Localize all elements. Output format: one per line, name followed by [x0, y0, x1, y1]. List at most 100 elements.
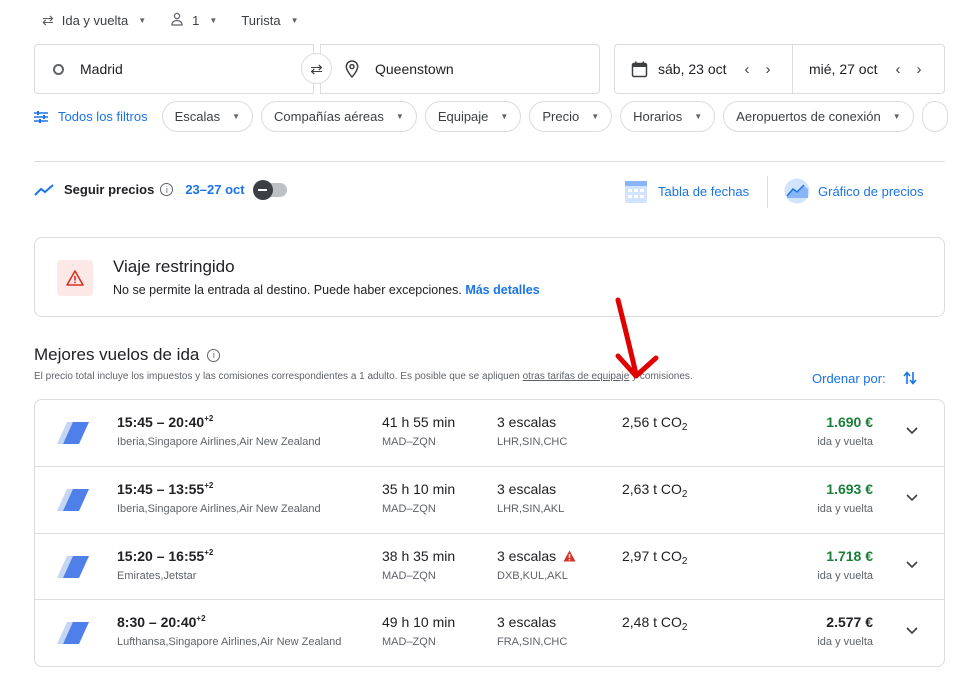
stop-airports: DXB,KUL,AKL [497, 569, 568, 582]
co2-subscript: 2 [681, 488, 688, 500]
trip-type-select[interactable]: ⇄ Ida y vuelta ▼ [42, 12, 146, 29]
restriction-message: No se permite la entrada al destino. Pue… [113, 283, 462, 297]
stop-airports: FRA,SIN,CHC [497, 636, 568, 649]
filter-chip-more[interactable] [921, 101, 948, 132]
times-text: 15:45 – 13:55 [117, 480, 205, 497]
chevron-right-icon[interactable]: › [766, 61, 771, 78]
airline-logo-icon [57, 422, 89, 444]
filter-chip-bags[interactable]: Equipaje ▼ [424, 101, 522, 132]
price: 1.690 € [826, 414, 873, 430]
price: 1.693 € [826, 480, 873, 497]
price: 1.718 € [826, 547, 873, 564]
swap-arrows-icon: ⇄ [42, 11, 54, 28]
filter-chip-airlines[interactable]: Compañías aéreas ▼ [261, 101, 417, 132]
filter-chip-price[interactable]: Precio ▼ [529, 101, 613, 132]
caret-down-icon: ▼ [694, 112, 703, 121]
price-graph-button[interactable]: Gráfico de precios [784, 178, 924, 204]
times-text: 15:20 – 16:55 [117, 547, 205, 564]
filter-chip-stops[interactable]: Escalas ▼ [161, 101, 254, 132]
origin-field[interactable]: Madrid [34, 44, 314, 94]
chevron-down-icon[interactable] [906, 558, 918, 570]
origin-circle-icon [53, 63, 64, 75]
filter-chip-times[interactable]: Horarios ▼ [620, 101, 716, 132]
route: MAD–ZQN [382, 569, 436, 582]
price-type: ida y vuelta [817, 569, 873, 582]
chip-label: Escalas [174, 109, 221, 124]
depart-date-field[interactable]: sáb, 23 oct ‹ › [615, 45, 793, 93]
origin-value: Madrid [80, 61, 123, 77]
stops: 3 escalas [497, 548, 576, 564]
all-filters-label: Todos los filtros [58, 109, 148, 124]
person-icon [170, 12, 184, 29]
route: MAD–ZQN [382, 636, 436, 649]
stop-airports: LHR,SIN,AKL [497, 502, 565, 515]
chevron-down-icon[interactable] [906, 424, 918, 436]
day-offset: +2 [196, 614, 206, 624]
section-title-text: Mejores vuelos de ida [34, 345, 200, 364]
stop-airports: LHR,SIN,CHC [497, 436, 568, 448]
co2-subscript: 2 [681, 622, 688, 634]
depart-date-value: sáb, 23 oct [658, 61, 727, 77]
caret-down-icon: ▼ [232, 112, 241, 121]
caret-down-icon: ▼ [395, 112, 404, 121]
info-icon[interactable]: i [160, 183, 174, 196]
caret-down-icon: ▼ [591, 112, 600, 121]
flight-times: 15:45 – 20:40+2 [117, 414, 213, 430]
co2-emissions: 2,97 t CO2 [622, 548, 687, 567]
flight-times: 15:45 – 13:55+2 [117, 481, 213, 497]
price-disclaimer: El precio total incluye los impuestos y … [34, 371, 693, 382]
track-prices-toggle[interactable] [252, 179, 287, 200]
co2-subscript: 2 [681, 422, 688, 433]
swap-button[interactable]: ⇄ [301, 53, 332, 84]
duration: 41 h 55 min [382, 414, 456, 430]
cabin-select[interactable]: Turista ▼ [241, 13, 298, 28]
dates-field: sáb, 23 oct ‹ › mié, 27 oct ‹ › [614, 44, 945, 94]
co2-emissions: 2,48 t CO2 [622, 614, 687, 633]
day-offset: +2 [204, 414, 214, 423]
airlines: Emirates,Jetstar [117, 569, 197, 582]
sort-button[interactable]: Ordenar por: [812, 370, 918, 386]
stops-text: 3 escalas [497, 547, 557, 564]
caret-down-icon: ▼ [138, 15, 147, 25]
chip-label: Compañías aéreas [274, 109, 384, 124]
track-prices: Seguir precios i 23–27 oct [34, 179, 287, 200]
top-selectors: ⇄ Ida y vuelta ▼ 1 ▼ Turista ▼ [42, 10, 322, 30]
info-icon[interactable]: i [207, 348, 221, 362]
filter-chip-connecting-airports[interactable]: Aeropuertos de conexión ▼ [723, 101, 914, 132]
baggage-fees-link[interactable]: otras tarifas de equipaje [523, 371, 630, 382]
date-grid-label: Tabla de fechas [658, 183, 750, 199]
return-date-value: mié, 27 oct [809, 61, 878, 77]
co2-text: 2,63 t CO [622, 480, 682, 497]
flight-row[interactable]: 15:45 – 13:55+2 Iberia,Singapore Airline… [35, 467, 944, 534]
location-pin-icon [345, 60, 359, 78]
date-grid-button[interactable]: Tabla de fechas [624, 178, 749, 204]
more-details-link[interactable]: Más detalles [465, 283, 539, 297]
destination-field[interactable]: Queenstown [320, 44, 600, 94]
stops-text: 3 escalas [497, 480, 557, 497]
sort-arrows-icon [903, 371, 917, 385]
chevron-right-icon[interactable]: › [916, 61, 921, 78]
duration: 49 h 10 min [382, 614, 456, 631]
date-grid-icon [625, 181, 647, 203]
airline-logo-icon [57, 622, 89, 645]
warning-icon-box [57, 260, 93, 296]
flight-row[interactable]: 15:20 – 16:55+2 Emirates,Jetstar 38 h 35… [35, 534, 944, 601]
flight-row[interactable]: 8:30 – 20:40+2 Lufthansa,Singapore Airli… [35, 600, 944, 666]
destination-value: Queenstown [375, 61, 454, 77]
co2-text: 2,56 t CO [622, 414, 682, 430]
chevron-left-icon[interactable]: ‹ [895, 61, 900, 78]
duration: 38 h 35 min [382, 547, 456, 564]
price: 2.577 € [826, 614, 873, 631]
airlines: Iberia,Singapore Airlines,Air New Zealan… [117, 502, 321, 515]
chevron-down-icon[interactable] [906, 624, 918, 636]
caret-down-icon: ▼ [209, 15, 218, 25]
chip-label: Precio [542, 109, 580, 124]
passengers-select[interactable]: 1 ▼ [170, 12, 217, 29]
chevron-down-icon[interactable] [906, 491, 918, 503]
chevron-left-icon[interactable]: ‹ [745, 61, 750, 78]
all-filters-button[interactable]: Todos los filtros [34, 109, 148, 124]
filter-sliders-icon [34, 110, 48, 123]
co2-text: 2,97 t CO [622, 547, 682, 564]
flight-row[interactable]: 15:45 – 20:40+2 Iberia,Singapore Airline… [35, 400, 944, 467]
return-date-field[interactable]: mié, 27 oct ‹ › [793, 45, 921, 93]
